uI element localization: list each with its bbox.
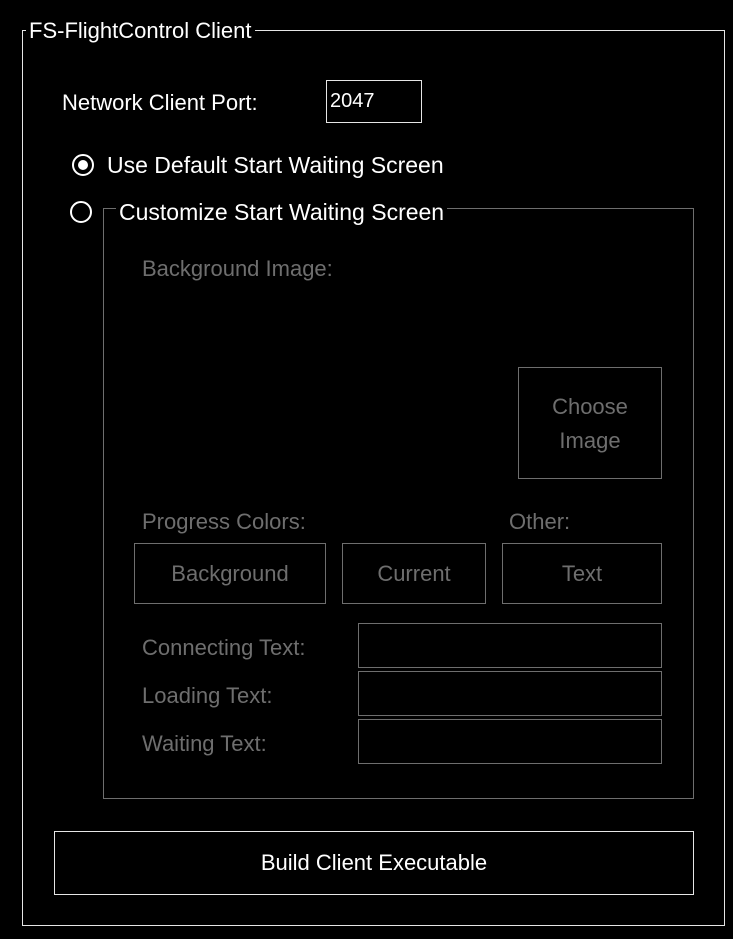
client-group-title: FS-FlightControl Client bbox=[26, 20, 255, 42]
network-port-input[interactable]: 2047 bbox=[326, 80, 422, 123]
choose-image-line2: Image bbox=[559, 428, 621, 453]
connecting-text-input[interactable] bbox=[358, 623, 662, 668]
choose-image-line1: Choose bbox=[552, 394, 628, 419]
progress-colors-label: Progress Colors: bbox=[142, 509, 306, 534]
background-color-button[interactable]: Background bbox=[134, 543, 326, 604]
radio-custom-screen[interactable] bbox=[70, 201, 92, 223]
text-color-button[interactable]: Text bbox=[502, 543, 662, 604]
radio-default-label[interactable]: Use Default Start Waiting Screen bbox=[107, 154, 444, 177]
radio-default-screen[interactable] bbox=[72, 154, 94, 176]
network-port-label: Network Client Port: bbox=[62, 90, 258, 115]
current-color-button[interactable]: Current bbox=[342, 543, 486, 604]
build-client-button[interactable]: Build Client Executable bbox=[54, 831, 694, 895]
network-port-value: 2047 bbox=[330, 90, 375, 112]
other-label: Other: bbox=[509, 509, 571, 534]
waiting-text-input[interactable] bbox=[358, 719, 662, 764]
loading-text-input[interactable] bbox=[358, 671, 662, 716]
radio-custom-label[interactable]: Customize Start Waiting Screen bbox=[116, 201, 448, 224]
radio-selected-dot bbox=[78, 160, 88, 170]
waiting-text-label: Waiting Text: bbox=[142, 731, 267, 756]
connecting-text-label: Connecting Text: bbox=[142, 635, 306, 660]
loading-text-label: Loading Text: bbox=[142, 683, 273, 708]
choose-image-button[interactable]: Choose Image bbox=[518, 367, 662, 479]
background-image-label: Background Image: bbox=[142, 256, 333, 281]
